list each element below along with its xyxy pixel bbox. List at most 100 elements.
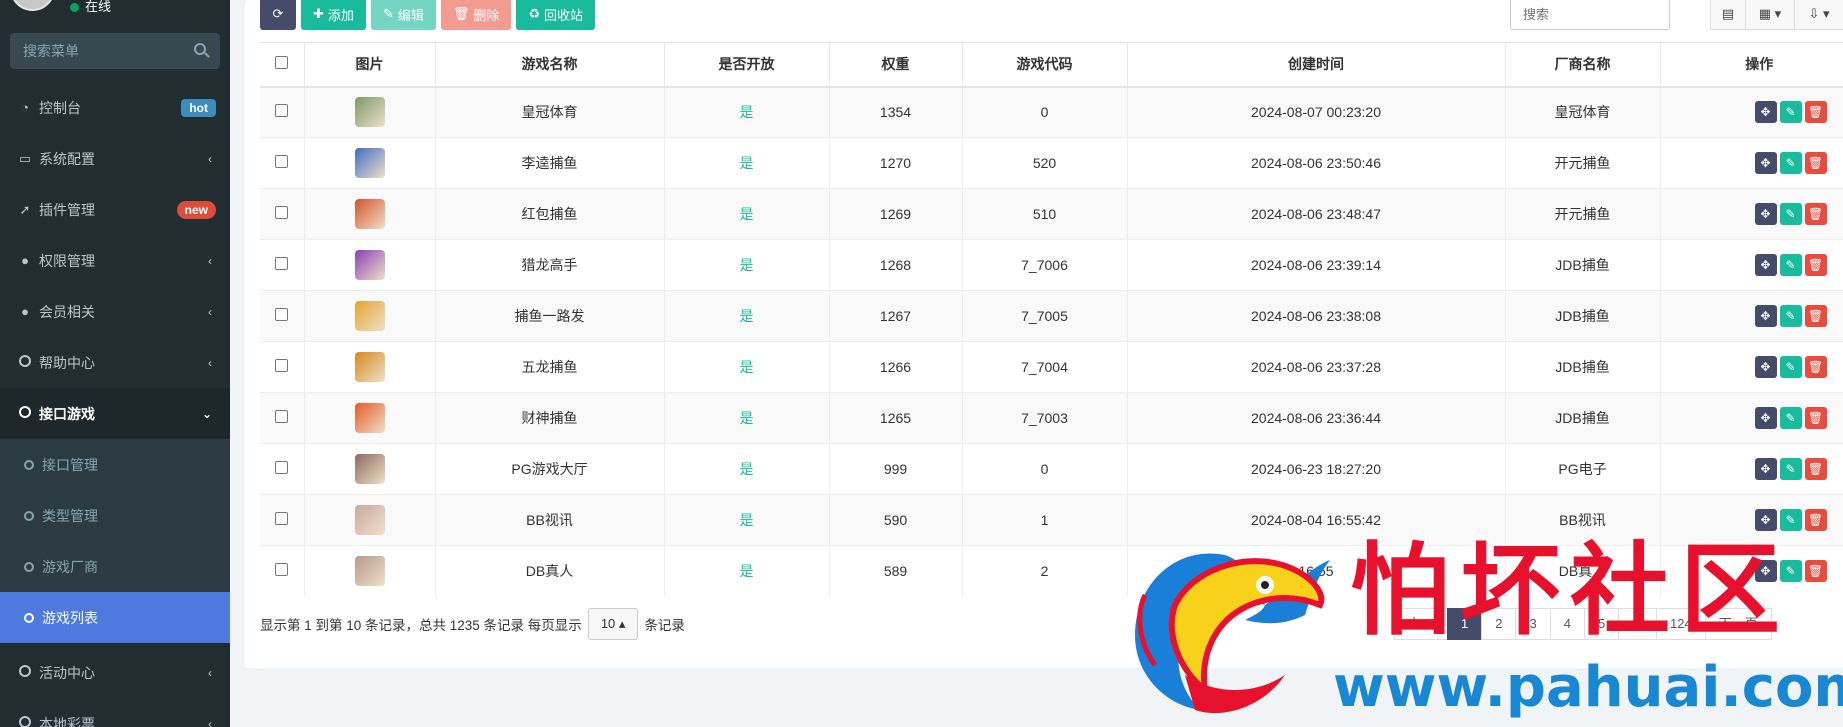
search-icon[interactable]	[194, 43, 206, 55]
header-open[interactable]: 是否开放	[663, 42, 829, 88]
sidebar-item-activity[interactable]: 活动中心 ‹	[0, 647, 230, 698]
page-link[interactable]: 4	[1549, 608, 1585, 640]
sidebar-item-system[interactable]: ▭ 系统配置 ‹	[0, 133, 230, 184]
select-all-checkbox[interactable]	[275, 56, 289, 70]
drag-sort-button[interactable]: ✥	[1754, 254, 1777, 276]
game-thumbnail[interactable]	[354, 352, 385, 382]
page-size-select[interactable]: 10 ▴	[587, 608, 639, 640]
drag-sort-button[interactable]: ✥	[1754, 305, 1777, 327]
sidebar-item-type-manage[interactable]: 类型管理	[0, 490, 230, 541]
row-edit-button[interactable]: ✎	[1779, 458, 1802, 480]
page-link[interactable]: 124	[1656, 608, 1706, 640]
row-checkbox[interactable]	[275, 257, 289, 270]
sidebar-item-members[interactable]: ● 会员相关 ‹	[0, 286, 230, 337]
drag-sort-button[interactable]: ✥	[1754, 203, 1777, 225]
header-name[interactable]: 游戏名称	[434, 42, 664, 88]
drag-sort-button[interactable]: ✥	[1754, 152, 1777, 174]
table-row[interactable]: 猎龙高手 是 1268 7_7006 2024-08-06 23:39:14 J…	[260, 239, 1843, 291]
sidebar-item-vendors[interactable]: 游戏厂商	[0, 541, 230, 592]
page-link[interactable]: 下一页	[1704, 608, 1772, 640]
row-edit-button[interactable]: ✎	[1779, 356, 1802, 378]
sidebar-item-api-manage[interactable]: 接口管理	[0, 439, 230, 490]
header-code[interactable]: 游戏代码	[961, 42, 1127, 88]
row-delete-button[interactable]: 🗑	[1804, 509, 1827, 531]
row-open[interactable]: 是	[663, 290, 829, 342]
table-row[interactable]: 捕鱼一路发 是 1267 7_7005 2024-08-06 23:38:08 …	[260, 290, 1843, 342]
refresh-button[interactable]: ⟳	[260, 0, 296, 30]
game-thumbnail[interactable]	[354, 97, 385, 128]
row-delete-button[interactable]: 🗑	[1804, 203, 1827, 225]
row-open[interactable]: 是	[663, 545, 829, 597]
row-open[interactable]: 是	[663, 341, 829, 393]
delete-button[interactable]: 🗑 删除	[440, 0, 512, 30]
table-row[interactable]: PG游戏大厅 是 999 0 2024-06-23 18:27:20 PG电子 …	[260, 443, 1843, 495]
game-thumbnail[interactable]	[354, 148, 385, 178]
row-open[interactable]: 是	[663, 137, 829, 189]
drag-sort-button[interactable]: ✥	[1754, 101, 1777, 124]
row-delete-button[interactable]: 🗑	[1804, 101, 1827, 124]
sidebar-item-api-games[interactable]: 接口游戏 ⌄	[0, 388, 230, 439]
game-thumbnail[interactable]	[354, 556, 385, 587]
table-row[interactable]: BB视讯 是 590 1 2024-08-04 16:55:42 BB视讯 ✥ …	[260, 494, 1843, 546]
row-checkbox[interactable]	[275, 512, 289, 525]
row-open[interactable]: 是	[663, 494, 829, 546]
page-link[interactable]: 上一	[1394, 608, 1449, 640]
columns-button[interactable]: ▦ ▾	[1745, 0, 1795, 30]
row-checkbox[interactable]	[275, 155, 289, 168]
game-thumbnail[interactable]	[354, 250, 385, 280]
row-delete-button[interactable]: 🗑	[1804, 560, 1827, 583]
drag-sort-button[interactable]: ✥	[1754, 458, 1777, 480]
table-search-input[interactable]	[1510, 0, 1670, 30]
game-thumbnail[interactable]	[354, 301, 385, 331]
drag-sort-button[interactable]: ✥	[1754, 560, 1777, 583]
table-row[interactable]: DB真人 是 589 2 16:55 DB真人 ✥ ✎ 🗑	[260, 545, 1843, 597]
row-edit-button[interactable]: ✎	[1779, 101, 1802, 124]
drag-sort-button[interactable]: ✥	[1754, 356, 1777, 378]
row-open[interactable]: 是	[663, 188, 829, 240]
row-checkbox[interactable]	[275, 410, 289, 423]
sidebar-item-lottery[interactable]: 本地彩票 ‹	[0, 698, 230, 727]
sidebar-item-game-list[interactable]: 游戏列表	[0, 592, 230, 643]
avatar[interactable]	[10, 0, 55, 11]
header-weight[interactable]: 权重	[828, 42, 962, 88]
table-row[interactable]: 财神捕鱼 是 1265 7_7003 2024-08-06 23:36:44 J…	[260, 392, 1843, 444]
row-edit-button[interactable]: ✎	[1779, 203, 1802, 225]
page-link[interactable]: 1	[1447, 608, 1483, 640]
row-delete-button[interactable]: 🗑	[1804, 356, 1827, 378]
game-thumbnail[interactable]	[354, 454, 385, 484]
row-checkbox[interactable]	[275, 308, 289, 321]
row-edit-button[interactable]: ✎	[1779, 254, 1802, 276]
drag-sort-button[interactable]: ✥	[1754, 407, 1777, 429]
row-open[interactable]: 是	[663, 239, 829, 291]
row-delete-button[interactable]: 🗑	[1804, 458, 1827, 480]
row-delete-button[interactable]: 🗑	[1804, 254, 1827, 276]
edit-button[interactable]: ✎ 编辑	[370, 0, 436, 30]
game-thumbnail[interactable]	[354, 403, 385, 433]
game-thumbnail[interactable]	[354, 505, 385, 535]
row-open[interactable]: 是	[663, 443, 829, 495]
row-edit-button[interactable]: ✎	[1779, 152, 1802, 174]
sidebar-item-plugins[interactable]: ➚ 插件管理 new	[0, 184, 230, 235]
row-open[interactable]: 是	[663, 392, 829, 444]
row-edit-button[interactable]: ✎	[1779, 305, 1802, 327]
table-row[interactable]: 李逵捕鱼 是 1270 520 2024-08-06 23:50:46 开元捕鱼…	[260, 137, 1843, 189]
drag-sort-button[interactable]: ✥	[1754, 509, 1777, 531]
game-thumbnail[interactable]	[354, 199, 385, 229]
row-open[interactable]: 是	[663, 86, 829, 138]
header-created[interactable]: 创建时间	[1126, 42, 1505, 88]
page-link[interactable]: 5	[1583, 608, 1620, 640]
row-delete-button[interactable]: 🗑	[1804, 305, 1827, 327]
add-button[interactable]: ✚ 添加	[301, 0, 366, 30]
header-vendor[interactable]: 厂商名称	[1504, 42, 1660, 88]
row-edit-button[interactable]: ✎	[1779, 407, 1802, 429]
page-link[interactable]: 2	[1481, 608, 1517, 640]
row-delete-button[interactable]: 🗑	[1804, 407, 1827, 429]
table-row[interactable]: 红包捕鱼 是 1269 510 2024-08-06 23:48:47 开元捕鱼…	[260, 188, 1843, 240]
export-button[interactable]: ⇩ ▾	[1794, 0, 1843, 30]
row-edit-button[interactable]: ✎	[1779, 509, 1802, 531]
table-row[interactable]: 皇冠体育 是 1354 0 2024-08-07 00:23:20 皇冠体育 ✥…	[260, 86, 1843, 138]
menu-search-input[interactable]	[10, 33, 220, 69]
toggle-view-button[interactable]: ▤	[1710, 0, 1746, 30]
row-delete-button[interactable]: 🗑	[1804, 152, 1827, 174]
recycle-bin-button[interactable]: ♻ 回收站	[516, 0, 596, 30]
